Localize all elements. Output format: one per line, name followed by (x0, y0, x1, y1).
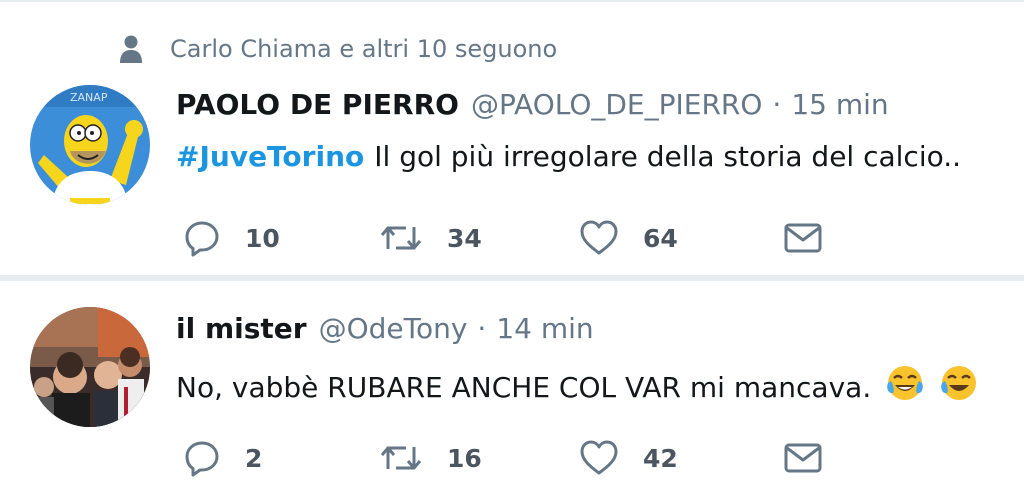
display-name[interactable]: PAOLO DE PIERRO (176, 88, 459, 121)
reply-button[interactable]: 2 (183, 438, 262, 478)
tweet-2[interactable]: il mister @OdeTony · 14 min No, vabbè RU… (0, 281, 1024, 494)
homer-avatar-image: ZANAP (30, 85, 150, 205)
tweet-body: Il gol più irregolare della storia del c… (374, 140, 962, 173)
group-photo-avatar-image (30, 307, 150, 427)
user-handle[interactable]: @PAOLO_DE_PIERRO (471, 88, 762, 121)
social-context-text[interactable]: Carlo Chiama e altri 10 seguono (170, 35, 557, 63)
tweet-time[interactable]: 15 min (791, 88, 888, 121)
header-separator: · (772, 88, 782, 121)
avatar[interactable]: ZANAP (30, 85, 150, 205)
tweet-actions: 2 16 42 (183, 438, 843, 478)
retweet-count: 16 (447, 443, 482, 473)
reply-button[interactable]: 10 (183, 218, 280, 258)
retweet-count: 34 (447, 223, 482, 253)
tweet-text: No, vabbè RUBARE ANCHE COL VAR mi mancav… (176, 363, 979, 410)
retweet-icon (380, 446, 422, 470)
tweet-1[interactable]: Carlo Chiama e altri 10 seguono ZANAP PA (0, 0, 1024, 277)
heart-icon (580, 220, 618, 255)
tears-of-joy-emoji-icon (885, 363, 925, 410)
heart-icon (580, 440, 618, 475)
direct-message-button[interactable] (783, 438, 823, 478)
tweet-header: il mister @OdeTony · 14 min (176, 312, 594, 345)
reply-icon (185, 221, 219, 257)
like-button[interactable]: 42 (579, 438, 678, 478)
header-separator: · (477, 312, 487, 345)
reply-count: 2 (245, 443, 263, 473)
like-count: 64 (643, 223, 678, 253)
reply-count: 10 (245, 223, 280, 253)
tears-of-joy-emoji-icon (939, 363, 979, 410)
retweet-button[interactable]: 34 (379, 218, 482, 258)
like-button[interactable]: 64 (579, 218, 678, 258)
reply-icon (185, 441, 219, 477)
direct-message-button[interactable] (783, 218, 823, 258)
tweet-time[interactable]: 14 min (496, 312, 593, 345)
tweet-header: PAOLO DE PIERRO @PAOLO_DE_PIERRO · 15 mi… (176, 88, 889, 121)
like-count: 42 (643, 443, 678, 473)
person-icon (120, 35, 142, 63)
tweet-text: #JuveTorino Il gol più irregolare della s… (176, 140, 961, 173)
tweet-body: No, vabbè RUBARE ANCHE COL VAR mi mancav… (176, 371, 872, 404)
envelope-icon (784, 223, 822, 253)
tweet-actions: 10 34 64 (183, 218, 843, 258)
avatar[interactable] (30, 307, 150, 427)
social-context: Carlo Chiama e altri 10 seguono (118, 32, 557, 66)
hashtag-link[interactable]: #JuveTorino (176, 140, 364, 173)
envelope-icon (784, 443, 822, 473)
retweet-button[interactable]: 16 (379, 438, 482, 478)
retweet-icon (380, 226, 422, 250)
user-handle[interactable]: @OdeTony (319, 312, 468, 345)
display-name[interactable]: il mister (176, 312, 307, 345)
svg-text:ZANAP: ZANAP (70, 91, 108, 104)
